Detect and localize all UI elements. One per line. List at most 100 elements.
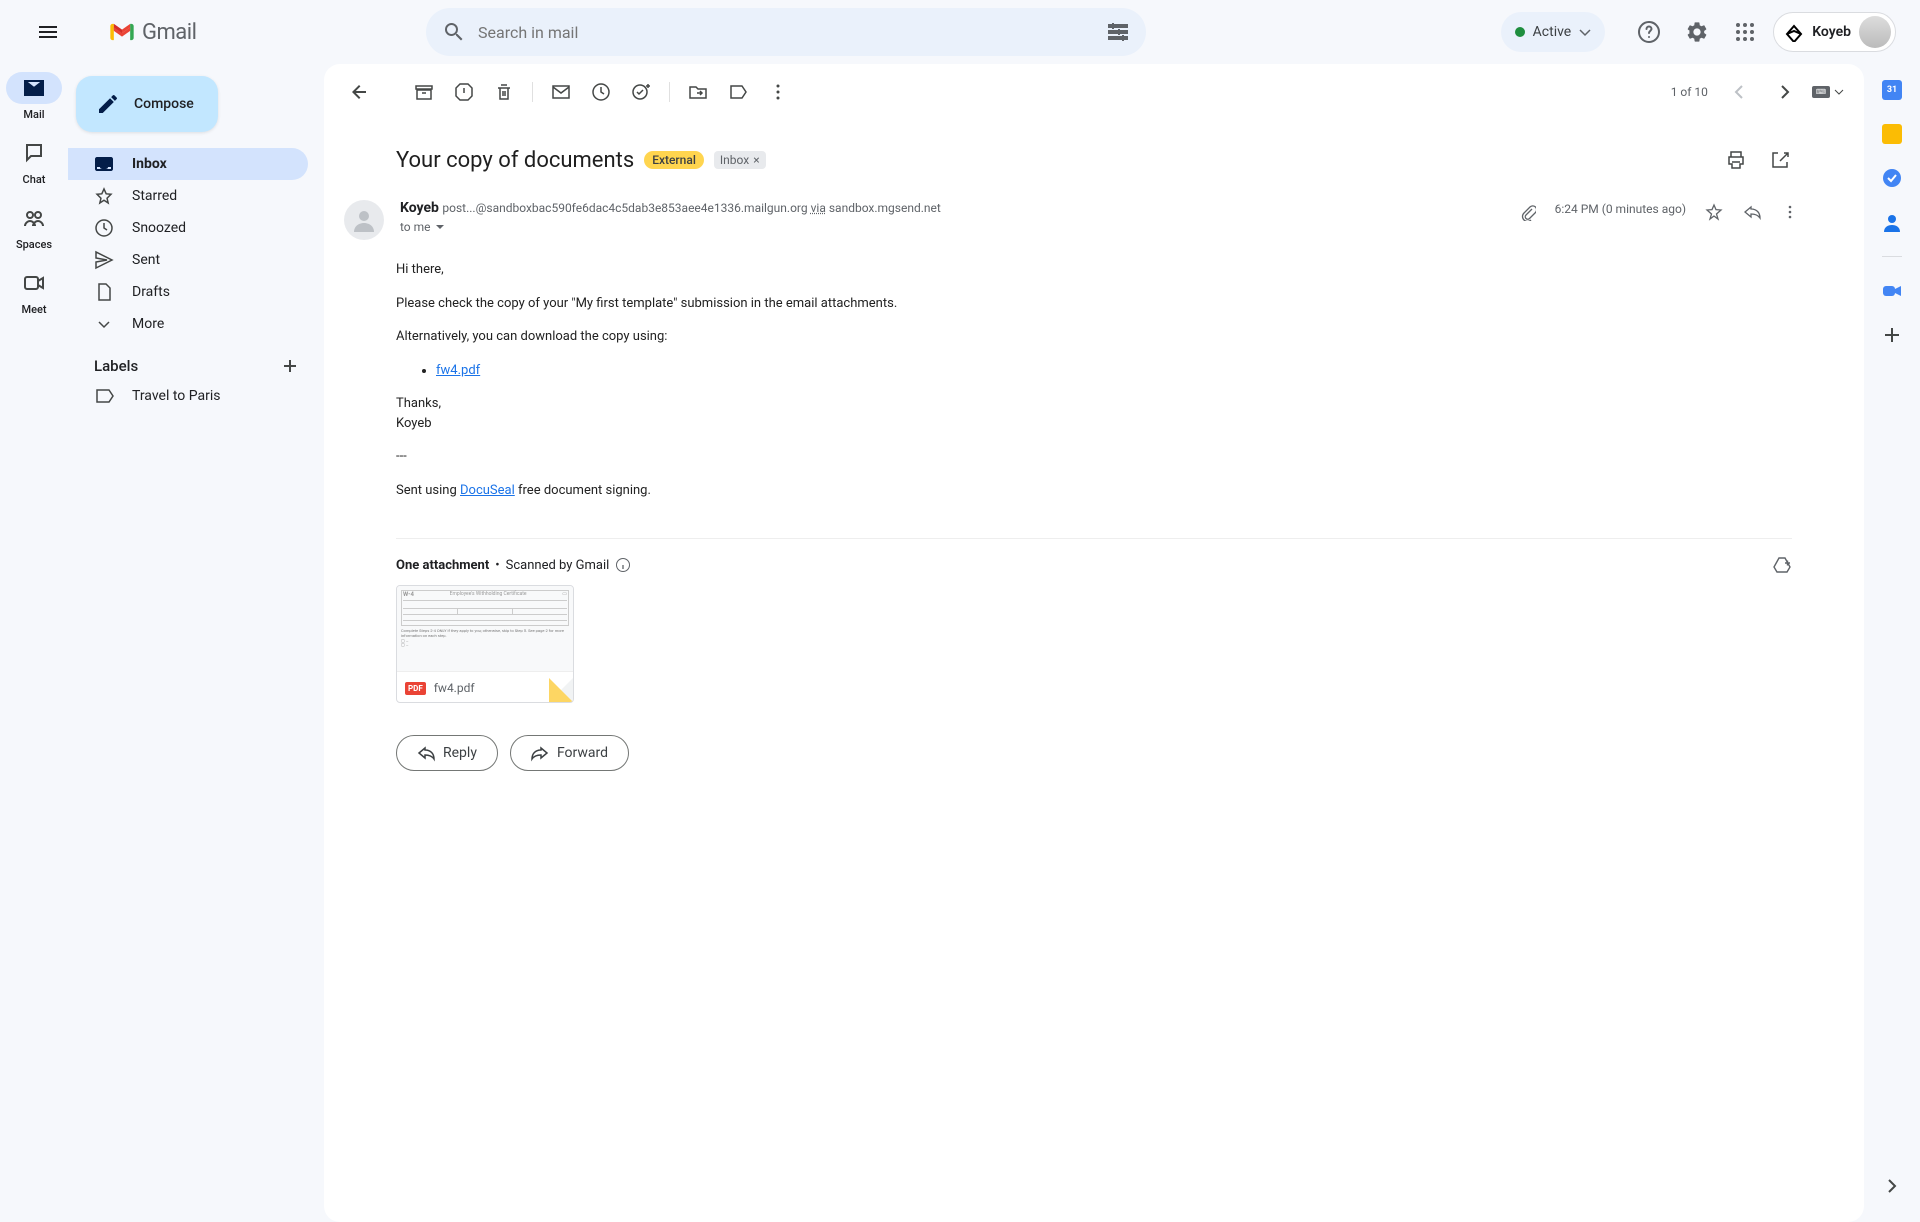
reply-button[interactable]: Reply [396, 735, 498, 771]
chevron-left-icon [1730, 82, 1750, 102]
input-tool-button[interactable]: ⌨ [1808, 72, 1848, 112]
chevron-down-icon [1579, 26, 1591, 38]
more-button[interactable] [758, 72, 798, 112]
spam-button[interactable] [444, 72, 484, 112]
sender-avatar [344, 200, 384, 240]
label-icon [728, 82, 748, 102]
chat-icon [23, 142, 45, 164]
gmail-logo-text: Gmail [142, 20, 196, 45]
snooze-button[interactable] [581, 72, 621, 112]
nav-sent[interactable]: Sent [68, 244, 308, 276]
label-button[interactable] [718, 72, 758, 112]
via-word: via [811, 201, 826, 215]
task-add-icon [631, 82, 651, 102]
rail-spaces-label: Spaces [16, 238, 52, 251]
nav-drafts[interactable]: Drafts [68, 276, 308, 308]
add-all-to-drive-button[interactable] [1772, 555, 1792, 575]
apps-grid-icon [1733, 20, 1757, 44]
get-addons[interactable] [1882, 325, 1902, 345]
tune-icon [1106, 20, 1130, 44]
search-button[interactable] [434, 12, 474, 52]
support-button[interactable] [1629, 12, 1669, 52]
arrow-back-icon [350, 82, 370, 102]
account-chip[interactable]: Koyeb [1773, 12, 1896, 52]
nav-starred-label: Starred [132, 188, 177, 204]
send-icon [94, 250, 114, 270]
report-icon [454, 82, 474, 102]
settings-button[interactable] [1677, 12, 1717, 52]
rail-meet[interactable]: Meet [6, 267, 62, 316]
attachment-preview: W-4Employee's Withholding Certificate▭ C… [397, 586, 573, 672]
reply-label: Reply [443, 745, 477, 761]
main-menu-button[interactable] [24, 8, 72, 56]
folder-move-icon [688, 82, 708, 102]
mark-unread-button[interactable] [541, 72, 581, 112]
back-button[interactable] [340, 72, 380, 112]
docuseal-link[interactable]: DocuSeal [460, 483, 515, 498]
nav-snoozed[interactable]: Snoozed [68, 212, 308, 244]
apps-button[interactable] [1725, 12, 1765, 52]
hide-panel-button[interactable] [1872, 1166, 1912, 1206]
search-input[interactable] [474, 23, 1098, 42]
remove-label-button[interactable]: × [753, 153, 759, 167]
labels-header: Labels [68, 340, 324, 380]
label-icon [94, 386, 114, 406]
attachment-card[interactable]: W-4Employee's Withholding Certificate▭ C… [396, 585, 574, 703]
forward-button[interactable]: Forward [510, 735, 629, 771]
nav-sent-label: Sent [132, 252, 160, 268]
subject-text: Your copy of documents [396, 148, 634, 173]
rail-mail[interactable]: Mail [6, 72, 62, 121]
search-options-button[interactable] [1098, 12, 1138, 52]
delete-button[interactable] [484, 72, 524, 112]
open-new-button[interactable] [1760, 140, 1800, 180]
attachment-indicator[interactable] [1517, 202, 1537, 222]
body-p2: Please check the copy of your "My first … [396, 294, 1792, 314]
message-meta: 6:24 PM (0 minutes ago) [1517, 200, 1800, 240]
sender-name[interactable]: Koyeb [400, 200, 439, 216]
person-icon [350, 206, 378, 234]
print-icon [1726, 150, 1746, 170]
add-task-button[interactable] [621, 72, 661, 112]
label-travel[interactable]: Travel to Paris [68, 380, 308, 412]
nav-more[interactable]: More [68, 308, 308, 340]
status-chip[interactable]: Active [1501, 12, 1606, 52]
trash-icon [494, 82, 514, 102]
video-addon[interactable] [1882, 281, 1902, 301]
compose-label: Compose [134, 96, 194, 112]
move-button[interactable] [678, 72, 718, 112]
keep-addon[interactable] [1882, 124, 1902, 144]
newer-button[interactable] [1720, 72, 1760, 112]
body-p1: Hi there, [396, 260, 1792, 280]
pdf-badge: PDF [405, 682, 426, 695]
attach-count: One attachment [396, 558, 489, 573]
pencil-icon [96, 92, 120, 116]
message-more-button[interactable] [1780, 202, 1800, 222]
print-button[interactable] [1716, 140, 1756, 180]
main: 1 of 10 ⌨ Your copy of documents Externa… [324, 64, 1864, 1222]
calendar-addon[interactable]: 31 [1882, 80, 1902, 100]
add-label-button[interactable] [280, 356, 300, 376]
body-link-fw4[interactable]: fw4.pdf [436, 363, 480, 378]
reply-icon-button[interactable] [1742, 202, 1762, 222]
rail-chat[interactable]: Chat [6, 137, 62, 186]
tasks-addon[interactable] [1882, 168, 1902, 188]
subject-row: Your copy of documents External Inbox × [324, 120, 1864, 188]
pager-text: 1 of 10 [1663, 85, 1716, 99]
inbox-label-chip[interactable]: Inbox × [714, 151, 766, 169]
gmail-logo[interactable]: Gmail [80, 18, 318, 46]
archive-button[interactable] [404, 72, 444, 112]
inbox-icon [94, 154, 114, 174]
nav-inbox[interactable]: Inbox [68, 148, 308, 180]
rail-spaces[interactable]: Spaces [6, 202, 62, 251]
contacts-addon[interactable] [1882, 212, 1902, 232]
keyboard-icon: ⌨ [1812, 86, 1830, 98]
separator [532, 82, 533, 102]
to-line[interactable]: to me [400, 220, 1501, 234]
nav-starred[interactable]: Starred [68, 180, 308, 212]
file-icon [94, 282, 114, 302]
body-p5: Koyeb [396, 414, 1792, 434]
info-icon[interactable] [615, 557, 631, 573]
star-button[interactable] [1704, 202, 1724, 222]
older-button[interactable] [1764, 72, 1804, 112]
compose-button[interactable]: Compose [76, 76, 218, 132]
